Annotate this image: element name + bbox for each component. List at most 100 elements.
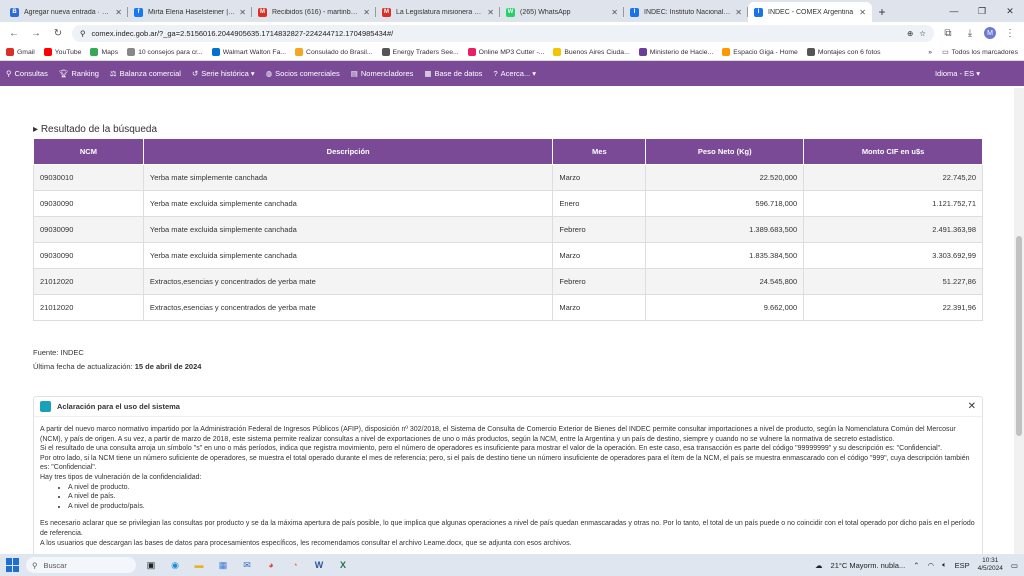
windows-start-icon[interactable] <box>6 558 20 572</box>
page-scrollbar[interactable] <box>1014 88 1024 554</box>
bookmark-item[interactable]: YouTube <box>43 48 82 56</box>
column-header[interactable]: Mes <box>552 138 647 165</box>
edge-icon[interactable]: ◉ <box>166 557 184 573</box>
volume-icon[interactable]: 🔈︎ <box>942 560 947 570</box>
more-bookmarks-icon[interactable]: » <box>928 49 932 56</box>
bookmark-item[interactable]: Gmail <box>6 48 35 56</box>
column-header[interactable]: Descripción <box>142 138 554 165</box>
tab-close-icon[interactable]: ✕ <box>859 8 866 17</box>
browser-tab[interactable]: W (265) WhatsApp ✕ <box>500 2 624 22</box>
weather-icon[interactable]: ☁ <box>815 561 823 570</box>
table-cell: 22.391,96 <box>803 294 983 321</box>
browser-tab[interactable]: I INDEC: Instituto Nacional de Est ✕ <box>624 2 748 22</box>
network-icon[interactable]: ◠ <box>928 561 935 570</box>
extensions-icon[interactable]: ⧉ <box>940 25 956 41</box>
nav-item-label: Acerca... ▾ <box>500 69 537 78</box>
globe-icon: ◍ <box>265 69 273 78</box>
bookmark-item[interactable]: 10 consejos para cr... <box>127 48 203 56</box>
bookmark-item[interactable]: Buenos Aires Ciuda... <box>553 48 630 56</box>
zoom-icon[interactable]: ⊕ <box>907 29 913 38</box>
nav-item[interactable]: ⚲ Consultas <box>6 69 48 78</box>
nav-item[interactable]: ▦ Base de datos <box>424 69 482 78</box>
tab-favicon-icon: M <box>258 7 267 17</box>
table-row: 21012020 Extractos,esencias y concentrado… <box>33 268 983 295</box>
browser-tab[interactable]: M La Legislatura misionera declar ✕ <box>376 2 500 22</box>
scrollbar-thumb[interactable] <box>1016 236 1022 436</box>
weather-text[interactable]: 21°C Mayorm. nubla... <box>831 561 906 570</box>
bookmark-label: Gmail <box>17 48 35 56</box>
bookmark-star-icon[interactable]: ☆ <box>919 29 926 38</box>
word-icon[interactable]: W <box>310 557 328 573</box>
close-window-icon[interactable]: ✕ <box>996 0 1024 22</box>
tab-favicon-icon: I <box>630 7 639 17</box>
table-row: 09030090 Yerba mate excluida simplemente … <box>33 216 983 243</box>
system-tray: ☁ 21°C Mayorm. nubla... ⌃ ◠ 🔈︎ ESP 10:31… <box>815 557 1018 573</box>
column-header[interactable]: Peso Neto (Kg) <box>645 138 805 165</box>
nav-item[interactable]: ◍ Socios comerciales <box>266 69 340 78</box>
tab-title: Mirta Elena Haselsteiner | Faceb <box>148 8 235 16</box>
store-icon[interactable]: ▦ <box>214 557 232 573</box>
forward-icon[interactable]: → <box>28 25 44 41</box>
nav-item[interactable]: 🏆︎ Ranking <box>59 69 99 78</box>
bookmark-item[interactable]: Montajes con 6 fotos <box>806 48 881 56</box>
column-header[interactable]: Monto CIF en u$s <box>803 138 983 165</box>
taskbar-search[interactable]: ⚲ Buscar <box>26 557 136 573</box>
menu-icon[interactable]: ⋮ <box>1002 25 1018 41</box>
nav-item[interactable]: ▤ Nomencladores <box>351 69 414 78</box>
browser-tab[interactable]: I INDEC - COMEX Argentina ✕ <box>748 2 872 22</box>
trophy-icon: 🏆︎ <box>58 69 69 78</box>
browser-toolbar: ← → ↻ ⚲ comex.indec.gob.ar/?_ga=2.515601… <box>0 22 1024 44</box>
bookmarks-bar: Gmail YouTube Maps 10 consejos para cr... Wa… <box>0 44 1024 61</box>
nav-item[interactable]: ⚖︎ Balanza comercial <box>110 69 181 78</box>
browser-tab[interactable]: M Recibidos (616) - martinboern20 ✕ <box>252 2 376 22</box>
excel-icon[interactable]: X <box>334 557 352 573</box>
bookmark-item[interactable]: Energy Traders See... <box>381 48 459 56</box>
bookmark-item[interactable]: Online MP3 Cutter -... <box>467 48 544 56</box>
profile-avatar[interactable]: M <box>984 27 996 39</box>
tab-close-icon[interactable]: ✕ <box>239 8 246 17</box>
address-bar[interactable]: ⚲ comex.indec.gob.ar/?_ga=2.5156016.2044… <box>72 24 934 42</box>
table-cell: Marzo <box>552 294 647 321</box>
firefox-icon[interactable]: ◔ <box>286 557 304 573</box>
site-info-icon[interactable]: ⚲ <box>80 29 86 38</box>
table-cell: 22.745,20 <box>803 164 983 191</box>
all-bookmarks-button[interactable]: ▭ Todos los marcadores <box>942 48 1018 57</box>
file-explorer-icon[interactable]: ▬ <box>190 557 208 573</box>
tab-close-icon[interactable]: ✕ <box>487 8 494 17</box>
chrome-icon[interactable]: ◕ <box>262 557 280 573</box>
column-header[interactable]: NCM <box>33 138 144 165</box>
task-view-icon[interactable]: ▣ <box>142 557 160 573</box>
mail-icon[interactable]: ✉ <box>238 557 256 573</box>
tray-chevron-icon[interactable]: ⌃ <box>913 561 919 570</box>
bookmark-item[interactable]: Ministerio de Hacie... <box>638 48 713 56</box>
close-icon[interactable]: ✕ <box>968 401 976 412</box>
notifications-icon[interactable]: ▭ <box>1011 561 1018 570</box>
notice-list: A nivel de producto. A nivel de país. A … <box>68 483 976 512</box>
last-update-date: 15 de abril de 2024 <box>134 362 202 371</box>
tab-close-icon[interactable]: ✕ <box>735 8 742 17</box>
language-selector[interactable]: Idioma - ES ▾ <box>935 69 980 78</box>
bookmark-favicon-icon <box>467 48 476 56</box>
download-icon[interactable]: ⤓ <box>962 25 978 41</box>
table-cell: Enero <box>552 190 647 217</box>
browser-tab[interactable]: B Agregar nueva entrada · Plan B ✕ <box>4 2 128 22</box>
nav-item[interactable]: ↺ Serie histórica ▾ <box>192 69 255 78</box>
bookmark-item[interactable]: Maps <box>90 48 118 56</box>
bookmark-item[interactable]: Espacio Giga - Home <box>722 48 798 56</box>
bookmark-item[interactable]: Walmart Walton Fa... <box>211 48 286 56</box>
tab-close-icon[interactable]: ✕ <box>115 8 122 17</box>
bookmark-item[interactable]: Consulado do Brasil... <box>295 48 373 56</box>
clock[interactable]: 10:31 4/5/2024 <box>978 557 1003 573</box>
tab-close-icon[interactable]: ✕ <box>611 8 618 17</box>
reload-icon[interactable]: ↻ <box>50 25 66 41</box>
new-tab-icon[interactable]: + <box>872 2 892 22</box>
browser-tab[interactable]: f Mirta Elena Haselsteiner | Faceb ✕ <box>128 2 252 22</box>
restore-icon[interactable]: ❐ <box>968 0 996 22</box>
bookmark-label: YouTube <box>54 48 82 56</box>
nav-item[interactable]: ? Acerca... ▾ <box>493 69 536 78</box>
notice-paragraph: Si el resultado de una consulta arroja u… <box>40 445 943 453</box>
back-icon[interactable]: ← <box>6 25 22 41</box>
language-indicator[interactable]: ESP <box>955 561 970 570</box>
tab-close-icon[interactable]: ✕ <box>363 8 370 17</box>
minimize-icon[interactable]: — <box>940 0 968 22</box>
